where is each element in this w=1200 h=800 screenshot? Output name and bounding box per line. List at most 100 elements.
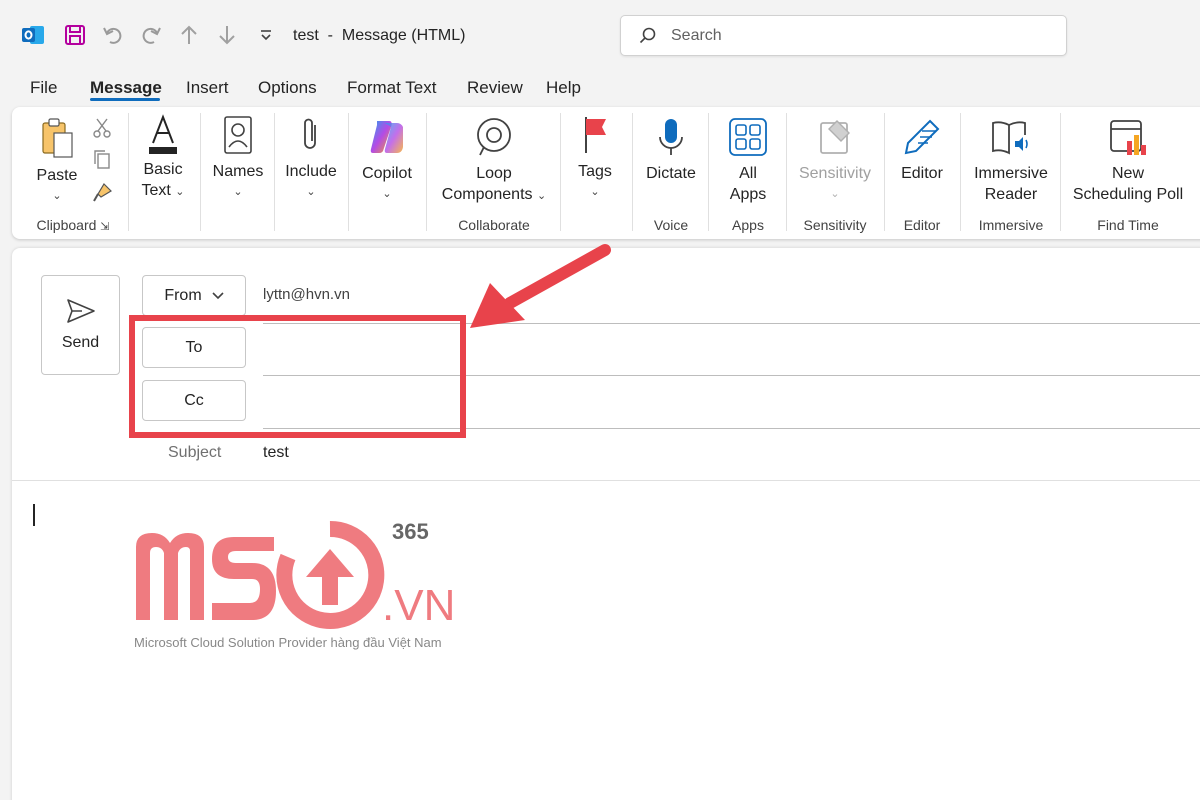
include-label: Include bbox=[285, 163, 337, 180]
separator bbox=[884, 113, 885, 231]
group-immersive-label: Immersive bbox=[978, 217, 1044, 233]
copilot-button[interactable]: Copilot ⌄ bbox=[356, 117, 418, 205]
calendar-poll-icon bbox=[1110, 120, 1146, 155]
arrow-down-icon[interactable] bbox=[214, 22, 240, 48]
copy-icon[interactable] bbox=[92, 149, 112, 176]
separator bbox=[1060, 113, 1061, 231]
separator bbox=[348, 113, 349, 231]
tab-options[interactable]: Options bbox=[258, 78, 317, 98]
cut-icon[interactable] bbox=[92, 117, 112, 144]
sensitivity-label: Sensitivity bbox=[798, 165, 872, 182]
chevron-down-icon: ⌄ bbox=[175, 186, 185, 198]
highlight-box bbox=[129, 315, 466, 438]
all-apps-label-1: All bbox=[739, 165, 757, 182]
subject-input[interactable]: test bbox=[263, 444, 289, 462]
paste-label: Paste bbox=[36, 167, 78, 184]
dictate-label: Dictate bbox=[646, 165, 696, 182]
save-icon[interactable] bbox=[62, 22, 88, 48]
separator bbox=[632, 113, 633, 231]
logo-tagline: Microsoft Cloud Solution Provider hàng đ… bbox=[134, 635, 442, 650]
dictate-button[interactable]: Dictate bbox=[640, 117, 702, 184]
from-email: lyttn@hvn.vn bbox=[263, 286, 350, 303]
separator bbox=[960, 113, 961, 231]
sensitivity-button[interactable]: Sensitivity ⌄ bbox=[794, 117, 876, 205]
undo-icon[interactable] bbox=[100, 22, 126, 48]
group-find-time-label: Find Time bbox=[1097, 217, 1159, 233]
arrow-up-icon[interactable] bbox=[176, 22, 202, 48]
window-title: test - Message (HTML) bbox=[293, 27, 466, 44]
tab-insert[interactable]: Insert bbox=[186, 78, 229, 98]
loop-components-button[interactable]: Loop Components ⌄ bbox=[432, 115, 556, 207]
immersive-reader-icon bbox=[992, 121, 1028, 155]
format-painter-icon[interactable] bbox=[92, 181, 114, 208]
tab-file[interactable]: File bbox=[30, 78, 57, 98]
separator bbox=[786, 113, 787, 231]
group-apps-label: Apps bbox=[732, 217, 764, 233]
group-editor-label: Editor bbox=[903, 217, 941, 233]
mso-logo: .VN 365 bbox=[134, 515, 464, 635]
chevron-down-icon: ⌄ bbox=[382, 188, 392, 200]
group-clipboard-label: Clipboard ⇲ bbox=[36, 217, 110, 233]
chevron-down-icon: ⌄ bbox=[590, 186, 600, 198]
attach-icon bbox=[304, 118, 316, 149]
group-voice-label: Voice bbox=[653, 217, 689, 233]
separator bbox=[128, 113, 129, 231]
copilot-icon bbox=[370, 121, 403, 153]
chevron-down-icon: ⌄ bbox=[233, 186, 243, 198]
names-button[interactable]: Names ⌄ bbox=[208, 115, 268, 203]
logo-superscript: 365 bbox=[392, 519, 429, 544]
send-button[interactable]: Send bbox=[41, 275, 120, 375]
tab-help[interactable]: Help bbox=[546, 78, 581, 98]
chevron-down-icon: ⌄ bbox=[830, 188, 840, 200]
separator bbox=[274, 113, 275, 231]
customize-toolbar-icon[interactable] bbox=[253, 22, 279, 48]
paste-button[interactable]: Paste ⌄ bbox=[32, 117, 82, 207]
names-label: Names bbox=[212, 163, 264, 180]
include-button[interactable]: Include ⌄ bbox=[280, 115, 342, 203]
basic-text-label-2: Text bbox=[141, 182, 171, 199]
chevron-down-icon: ⌄ bbox=[52, 190, 62, 202]
copilot-label: Copilot bbox=[362, 165, 412, 182]
clipboard-icon bbox=[42, 118, 73, 158]
editor-pen-icon bbox=[904, 119, 940, 155]
all-apps-label-2: Apps bbox=[729, 186, 767, 203]
basic-text-label-1: Basic bbox=[143, 161, 183, 178]
editor-label: Editor bbox=[901, 165, 943, 182]
outlook-logo-icon bbox=[20, 22, 46, 48]
group-collaborate-label: Collaborate bbox=[458, 217, 530, 233]
separator bbox=[426, 113, 427, 231]
separator bbox=[560, 113, 561, 231]
loop-label-2: Components bbox=[441, 186, 533, 203]
font-color-icon bbox=[149, 114, 177, 154]
menu-bar: File Message Insert Options Format Text … bbox=[0, 70, 1200, 106]
subject-label: Subject bbox=[168, 444, 222, 461]
search-icon bbox=[639, 27, 656, 43]
tags-button[interactable]: Tags ⌄ bbox=[568, 115, 622, 203]
ribbon: Paste ⌄ Clipboard ⇲ Basic Text ⌄ Names ⌄… bbox=[12, 107, 1200, 239]
redo-icon[interactable] bbox=[138, 22, 164, 48]
logo-suffix: .VN bbox=[382, 581, 455, 630]
dialog-launcher-icon[interactable]: ⇲ bbox=[100, 221, 109, 233]
apps-grid-icon bbox=[729, 118, 767, 156]
send-label: Send bbox=[61, 334, 100, 351]
search-box[interactable]: Search bbox=[620, 15, 1067, 56]
search-placeholder: Search bbox=[671, 26, 722, 44]
tab-review[interactable]: Review bbox=[467, 78, 523, 98]
editor-button[interactable]: Editor bbox=[892, 117, 952, 184]
tab-format-text[interactable]: Format Text bbox=[347, 78, 436, 98]
tab-message[interactable]: Message bbox=[90, 78, 162, 98]
from-button[interactable]: From bbox=[142, 275, 246, 316]
from-label: From bbox=[164, 286, 202, 304]
title-bar: test - Message (HTML) Search bbox=[0, 0, 1200, 70]
immersive-reader-button[interactable]: Immersive Reader bbox=[968, 117, 1054, 205]
immersive-label-2: Reader bbox=[984, 186, 1038, 203]
loop-icon bbox=[477, 118, 511, 156]
scheduling-poll-button[interactable]: New Scheduling Poll bbox=[1068, 117, 1188, 205]
chevron-down-icon bbox=[212, 291, 224, 299]
basic-text-button[interactable]: Basic Text ⌄ bbox=[136, 113, 190, 203]
poll-label-2: Scheduling Poll bbox=[1072, 186, 1184, 203]
chevron-down-icon: ⌄ bbox=[536, 190, 547, 202]
header-divider bbox=[12, 480, 1200, 481]
all-apps-button[interactable]: All Apps bbox=[716, 117, 780, 205]
active-tab-indicator bbox=[90, 98, 160, 101]
